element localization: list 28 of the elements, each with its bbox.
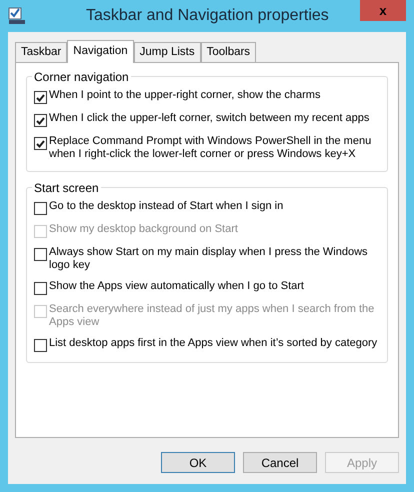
option-label: List desktop apps first in the Apps view when it’s sorted by category [49, 337, 378, 351]
option-label: Show the Apps view automatically when I go to Start [49, 280, 304, 294]
tab[interactable]: Taskbar [15, 42, 68, 62]
checkmark-icon [36, 140, 45, 148]
dialog-button[interactable]: Cancel [243, 452, 317, 473]
checkbox[interactable] [34, 114, 47, 127]
close-button[interactable]: x [360, 0, 406, 21]
checkmark-icon [36, 94, 45, 102]
tab[interactable]: Jump Lists [134, 42, 201, 62]
checkbox[interactable] [34, 248, 47, 261]
option-label: Always show Start on my main display when I press the Windows logo key [49, 246, 369, 272]
option-label: Replace Command Prompt with Windows PowerShell in the menu when I right-click the lower-left corner or press Windows key+X [49, 135, 372, 161]
window-title: Taskbar and Navigation properties [86, 6, 329, 26]
dialog-button[interactable]: OK [161, 452, 235, 473]
option-label: When I click the upper-left corner, switch between my recent apps [49, 112, 370, 126]
checkmark-icon [36, 116, 45, 124]
checkbox[interactable] [34, 339, 47, 352]
tab[interactable]: Toolbars [200, 42, 256, 62]
option-label: When I point to the upper-right corner, show the charms [49, 89, 320, 103]
checkbox[interactable] [34, 137, 47, 150]
tab[interactable]: Navigation [67, 40, 134, 63]
option-label: Show my desktop background on Start [49, 223, 238, 237]
option-label: Search everywhere instead of just my apps when I search from the Apps view [49, 303, 376, 329]
taskbar-properties-icon [8, 7, 26, 25]
option-label: Go to the desktop instead of Start when I sign in [49, 200, 284, 214]
checkbox[interactable] [34, 202, 47, 215]
checkbox[interactable] [34, 282, 47, 295]
checkbox[interactable] [34, 91, 47, 104]
